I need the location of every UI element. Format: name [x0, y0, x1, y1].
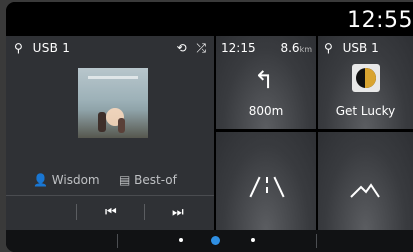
turn-arrow-icon: ↰: [254, 66, 275, 94]
distance-value: 8.6: [280, 41, 300, 55]
previous-track-button[interactable]: ⏮: [105, 205, 117, 220]
music-source-label: USB 1: [342, 41, 379, 55]
lane-center-dash: [266, 187, 268, 193]
bottom-divider: [316, 234, 317, 248]
music-source: ⚲ USB 1: [324, 41, 379, 55]
distance-remaining: 8.6km: [280, 41, 312, 55]
head-unit-screen: 12:55 ⚲ USB 1 ⟲ ⤮ 👤 Wisdom ▤ Best-of ⏮ ⏭…: [6, 2, 413, 252]
control-separator: [76, 204, 77, 220]
page-dot[interactable]: [179, 238, 183, 242]
album-art: [78, 68, 148, 138]
clock: 12:55: [347, 8, 413, 33]
album-label: Best-of: [134, 173, 177, 187]
status-bar: 12:55: [6, 2, 413, 36]
control-separator: [144, 204, 145, 220]
album-art-title-strip: [88, 76, 138, 79]
artist-label: Wisdom: [51, 173, 100, 187]
bottom-divider: [117, 234, 118, 248]
shuffle-icon[interactable]: ⤮: [196, 41, 206, 55]
navigation-tile[interactable]: 12:15 8.6km ↰ 800m: [216, 36, 316, 129]
media-source-label: USB 1: [32, 41, 71, 55]
page-dot[interactable]: [251, 238, 255, 242]
lane-left-line: [249, 176, 261, 198]
mountain-icon: [350, 183, 380, 198]
playback-mode-controls: ⟲ ⤮: [171, 41, 207, 56]
turn-distance: 800m: [248, 104, 284, 118]
media-player-tile[interactable]: ⚲ USB 1 ⟲ ⤮ 👤 Wisdom ▤ Best-of ⏮ ⏭: [6, 36, 214, 230]
lane-icon: [249, 174, 285, 202]
album-art-figure: [98, 112, 106, 132]
song-title: Get Lucky: [335, 104, 396, 118]
album-art-figure-small: [118, 118, 125, 133]
lane-right-line: [273, 176, 285, 198]
terrain-tile[interactable]: [318, 132, 413, 230]
usb-icon: ⚲: [324, 41, 333, 55]
bottom-bar: [6, 230, 413, 252]
lane-center-dash: [266, 177, 268, 183]
album-name: ▤ Best-of: [119, 173, 177, 187]
divider: [6, 195, 214, 196]
artist-name: 👤 Wisdom: [33, 173, 100, 187]
music-album-art: [352, 64, 380, 92]
distance-unit: km: [299, 45, 312, 54]
media-source: ⚲ USB 1: [14, 41, 70, 55]
lane-assist-tile[interactable]: [216, 132, 316, 230]
album-art-gold: [365, 68, 376, 88]
page-dot-active[interactable]: [211, 236, 220, 245]
eta-time: 12:15: [221, 41, 256, 55]
usb-icon: ⚲: [14, 41, 23, 55]
next-track-button[interactable]: ⏭: [172, 205, 184, 220]
repeat-icon[interactable]: ⟲: [177, 41, 187, 55]
music-tile[interactable]: ⚲ USB 1 Get Lucky: [318, 36, 413, 129]
